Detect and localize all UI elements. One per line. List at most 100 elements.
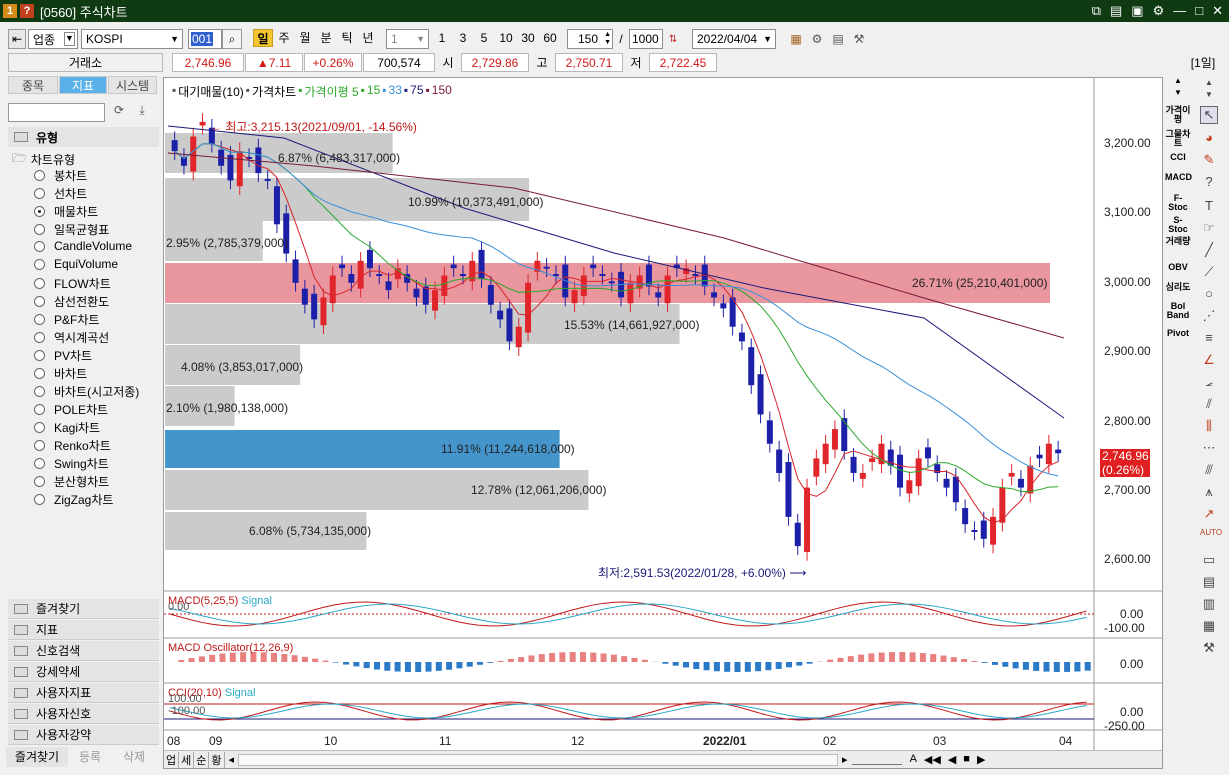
- period-minute-button[interactable]: 분: [316, 29, 336, 47]
- group-folder[interactable]: 사용자신호: [8, 704, 159, 724]
- chart-type-item[interactable]: 역시계곡선: [34, 329, 109, 346]
- prev-icon[interactable]: ◀: [948, 753, 956, 766]
- indicator-shortcut[interactable]: MACD: [1165, 173, 1192, 182]
- interval-30-button[interactable]: 30: [517, 29, 539, 47]
- search-icon[interactable]: ⌕: [222, 29, 242, 49]
- interval-5-button[interactable]: 5: [474, 29, 494, 47]
- chart-type-item[interactable]: 선차트: [34, 185, 87, 202]
- period-year-button[interactable]: 년: [358, 29, 378, 47]
- code-input[interactable]: 001: [188, 29, 222, 49]
- radio-button[interactable]: [34, 404, 45, 415]
- chart-type-item[interactable]: 분산형차트: [34, 473, 109, 490]
- bar-chart-icon[interactable]: ▥: [1200, 596, 1218, 614]
- group-folder[interactable]: 사용자지표: [8, 683, 159, 703]
- chart-type-item[interactable]: 삼선전환도: [34, 293, 109, 310]
- radio-button[interactable]: [34, 278, 45, 289]
- chart-type-item[interactable]: PV차트: [34, 347, 92, 364]
- auto-icon[interactable]: AUTO: [1200, 528, 1222, 546]
- date-select[interactable]: 2022/04/04 ▼: [692, 29, 776, 49]
- camera-icon[interactable]: ▣: [1131, 3, 1143, 19]
- group-folder[interactable]: 사용자강약: [8, 725, 159, 745]
- market-type-select[interactable]: 업종 ▼: [28, 29, 78, 49]
- window-link-icon[interactable]: ⧉: [1092, 3, 1101, 19]
- legend-ma15[interactable]: 15: [367, 83, 380, 100]
- chart-type-item[interactable]: POLE차트: [34, 401, 108, 418]
- chart-type-item[interactable]: EquiVolume: [34, 257, 118, 271]
- chart-type-item[interactable]: CandleVolume: [34, 239, 132, 253]
- group-folder[interactable]: 신호검색: [8, 641, 159, 661]
- table-icon[interactable]: ▤: [1200, 574, 1218, 592]
- radio-button[interactable]: [34, 170, 45, 181]
- interval-10-button[interactable]: 10: [495, 29, 517, 47]
- refresh-icon[interactable]: ⟳: [109, 103, 129, 122]
- chart-area[interactable]: ▪ 대기매물(10) ▪ 가격차트 ▪ 가격이평 5 ▪ 15 ▪ 33 ▪ 7…: [163, 77, 1163, 769]
- count-input[interactable]: 150 ▲ ▼: [567, 29, 613, 49]
- period-day-button[interactable]: 일: [253, 29, 273, 47]
- bottom-up-button[interactable]: 업: [164, 751, 180, 768]
- tab-favorites-bottom[interactable]: 즐겨찾기: [6, 747, 68, 767]
- adjust-icon[interactable]: ⇅: [664, 29, 682, 49]
- parallel-icon[interactable]: ⫽: [1200, 396, 1218, 414]
- gann-icon[interactable]: ∠: [1200, 352, 1218, 370]
- bottom-sun-button[interactable]: 순: [194, 751, 210, 768]
- total-input[interactable]: 1000: [629, 29, 663, 49]
- radio-button[interactable]: [34, 440, 45, 451]
- interval-1-button[interactable]: 1: [432, 29, 452, 47]
- tools-icon[interactable]: ⚒: [850, 29, 868, 49]
- chart-type-item[interactable]: 일목균형표: [34, 221, 109, 238]
- chart-type-item[interactable]: 바차트(시고저종): [34, 383, 139, 400]
- speed-line-icon[interactable]: ⋯: [1200, 440, 1218, 458]
- text-icon[interactable]: T: [1200, 198, 1218, 216]
- fib-fan-icon[interactable]: ⋰: [1200, 308, 1218, 326]
- legend-ma33[interactable]: 33: [389, 83, 402, 100]
- chevron-down-icon[interactable]: ▼: [64, 32, 75, 46]
- radio-button[interactable]: [34, 206, 45, 217]
- legend-vol-profile[interactable]: 대기매물(10): [178, 83, 244, 100]
- tab-stock[interactable]: 종목: [8, 76, 58, 94]
- interval-3-button[interactable]: 3: [453, 29, 473, 47]
- chart-type-item[interactable]: Swing차트: [34, 455, 109, 472]
- help-badge[interactable]: ?: [20, 4, 34, 18]
- indicator-shortcut[interactable]: CCI: [1165, 153, 1191, 162]
- fib-retrace-icon[interactable]: ≡: [1200, 330, 1218, 348]
- interval-select[interactable]: 1 ▼: [386, 29, 429, 49]
- prev-stock-icon[interactable]: ⇤: [8, 29, 26, 49]
- window-copy-icon[interactable]: ▤: [1110, 3, 1122, 19]
- radio-button[interactable]: [34, 368, 45, 379]
- type-section[interactable]: 유형: [8, 127, 159, 147]
- chart-type-item[interactable]: 바차트: [34, 365, 87, 382]
- save-icon[interactable]: ▤: [829, 29, 847, 49]
- period-tick-button[interactable]: 틱: [337, 29, 357, 47]
- pitchfork-icon[interactable]: ⩚: [1200, 484, 1218, 502]
- period-month-button[interactable]: 월: [295, 29, 315, 47]
- angle-icon[interactable]: ⦟: [1200, 374, 1218, 392]
- settings-icon[interactable]: ⚙: [1153, 3, 1165, 19]
- legend-ma75[interactable]: 75: [410, 83, 423, 100]
- chart-type-item[interactable]: ZigZag차트: [34, 491, 113, 508]
- indicator-shortcut[interactable]: 그물차트: [1165, 130, 1191, 148]
- gear-icon[interactable]: ⚙: [808, 29, 826, 49]
- chevron-down-icon[interactable]: ▼: [170, 34, 179, 44]
- legend-ma5[interactable]: 가격이평 5: [304, 83, 358, 100]
- indicator-shortcut[interactable]: F-Stoc: [1165, 194, 1191, 212]
- arrow-icon[interactable]: ↗: [1200, 506, 1218, 524]
- delete-button[interactable]: 삭제: [112, 747, 156, 767]
- index-select[interactable]: KOSPI ▼: [81, 29, 183, 49]
- delete-drawing-icon[interactable]: ✎: [1200, 152, 1218, 170]
- chart-canvas[interactable]: [164, 78, 1162, 768]
- radio-button[interactable]: [34, 314, 45, 325]
- chart-type-item[interactable]: Kagi차트: [34, 419, 100, 436]
- chart-type-item[interactable]: P&F차트: [34, 311, 99, 328]
- group-folder[interactable]: 지표: [8, 620, 159, 640]
- download-icon[interactable]: ⤓: [132, 103, 152, 122]
- wrench-icon[interactable]: ⚒: [1200, 640, 1218, 658]
- stop-icon[interactable]: ■: [963, 753, 970, 766]
- radio-button[interactable]: [34, 494, 45, 505]
- scroll-left-icon[interactable]: ◂: [225, 753, 239, 766]
- spinner-icon[interactable]: ▲ ▼: [604, 31, 611, 47]
- maximize-icon[interactable]: □: [1195, 3, 1203, 19]
- indicator-shortcut[interactable]: 거래량: [1165, 237, 1191, 246]
- interval-60-button[interactable]: 60: [539, 29, 561, 47]
- legend-ma150[interactable]: 150: [432, 83, 452, 100]
- radio-button[interactable]: [34, 188, 45, 199]
